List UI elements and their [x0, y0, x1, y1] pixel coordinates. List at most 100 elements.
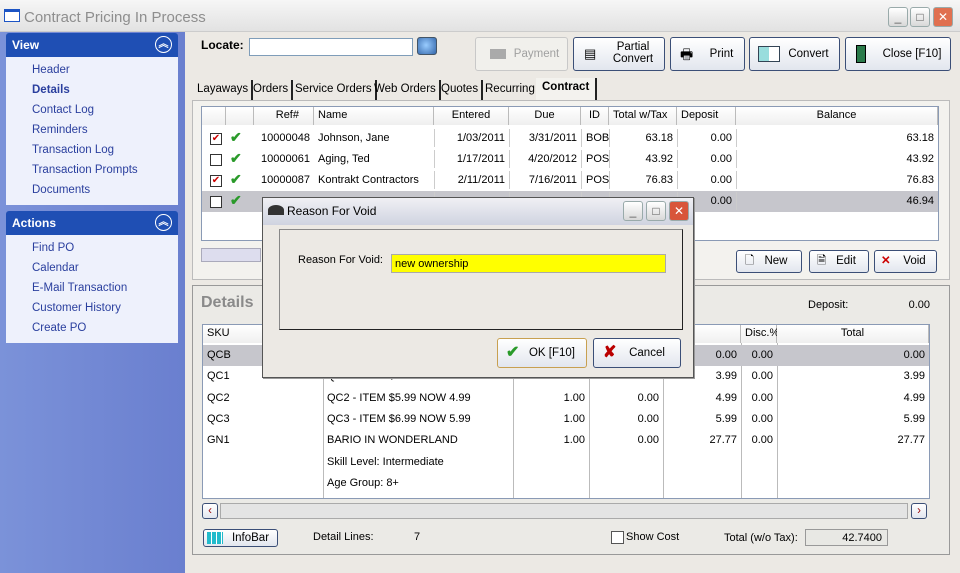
- sidebar-item-create-po[interactable]: Create PO: [32, 322, 86, 334]
- cell-disc: [741, 453, 777, 459]
- row-checkbox[interactable]: ✔: [210, 133, 222, 145]
- partial-convert-button[interactable]: ▤ Partial Convert: [573, 37, 665, 71]
- cell-ref: 10000061: [261, 153, 310, 165]
- cancel-x-icon: ✘: [603, 344, 617, 361]
- tab-recurring[interactable]: Recurring: [482, 80, 540, 100]
- col-name[interactable]: Name: [314, 107, 434, 125]
- cell-qty: 1.00: [563, 434, 585, 447]
- detail-row[interactable]: Skill Level: Intermediate: [203, 452, 929, 473]
- sidebar-item-calendar[interactable]: Calendar: [32, 262, 79, 274]
- door-icon: [856, 45, 866, 63]
- col-entered[interactable]: Entered: [434, 107, 509, 125]
- col-total[interactable]: Total: [777, 325, 929, 343]
- locate-input[interactable]: [249, 38, 413, 56]
- col-ref[interactable]: Ref#: [254, 107, 314, 125]
- cell-qty: 1.00: [563, 391, 585, 404]
- sidebar-item-email-transaction[interactable]: E-Mail Transaction: [32, 282, 127, 294]
- tab-layaways[interactable]: Layaways: [194, 80, 254, 100]
- convert-button[interactable]: Convert: [749, 37, 840, 71]
- scroll-left-button[interactable]: ‹: [202, 503, 218, 519]
- cell-entered: 1/03/2011: [434, 129, 509, 147]
- cell-sku: [203, 453, 323, 459]
- close-button[interactable]: Close [F10]: [845, 37, 951, 71]
- table-row[interactable]: ✔ ✔ 10000087 Kontrakt Contractors 2/11/2011 7…: [202, 170, 938, 191]
- detail-row[interactable]: Age Group: 8+: [203, 473, 929, 494]
- col-deposit[interactable]: Deposit: [677, 107, 736, 125]
- cell-balance: 43.92: [736, 150, 938, 168]
- sidebar-item-reminders[interactable]: Reminders: [32, 124, 88, 136]
- close-window-button[interactable]: ✕: [933, 7, 953, 27]
- reason-input[interactable]: new ownership: [391, 254, 666, 273]
- edit-button[interactable]: 🗎 Edit: [809, 250, 869, 273]
- col-disc[interactable]: Disc.%: [741, 325, 779, 343]
- maximize-button[interactable]: □: [910, 7, 930, 27]
- dialog-close-button[interactable]: ✕: [669, 201, 689, 221]
- new-button[interactable]: 🗋 New: [736, 250, 802, 273]
- payment-button[interactable]: Payment: [475, 37, 568, 71]
- sidebar-item-contact-log[interactable]: Contact Log: [32, 104, 94, 116]
- row-checkbox[interactable]: ✔: [210, 175, 222, 187]
- detail-lines-label: Detail Lines:: [313, 531, 374, 543]
- void-button[interactable]: ✕ Void: [874, 250, 937, 273]
- col-balance[interactable]: Balance: [736, 107, 938, 125]
- scroll-right-button[interactable]: ›: [911, 503, 927, 519]
- cell-description: QC2 - ITEM $5.99 NOW 4.99: [327, 391, 471, 404]
- collapse-icon[interactable]: ︽: [155, 214, 172, 231]
- cell-col4: 0.00: [637, 412, 659, 425]
- actions-section-header[interactable]: Actions ︽: [6, 211, 178, 235]
- cell-ref: 10000087: [261, 174, 310, 186]
- horizontal-scrollbar[interactable]: [201, 248, 261, 262]
- row-checkbox[interactable]: [210, 154, 222, 166]
- ok-button[interactable]: ✔ OK [F10]: [497, 338, 587, 368]
- tab-contract[interactable]: Contract: [536, 78, 598, 100]
- dialog-panel: [279, 229, 683, 330]
- reason-for-void-dialog: Reason For Void _ □ ✕ Reason For Void: n…: [262, 197, 694, 378]
- print-button[interactable]: 🖶 Print: [670, 37, 745, 71]
- tab-quotes[interactable]: Quotes: [438, 80, 484, 100]
- table-row[interactable]: ✔ ✔ 10000048 Johnson, Jane 1/03/2011 3/31/201…: [202, 128, 938, 149]
- sidebar-item-header[interactable]: Header: [32, 64, 70, 76]
- details-scrollbar[interactable]: [220, 503, 908, 519]
- sidebar-item-transaction-log[interactable]: Transaction Log: [32, 144, 114, 156]
- edit-doc-icon: 🗎: [817, 255, 827, 267]
- document-icon: ▤: [584, 46, 597, 61]
- detail-row[interactable]: QC2 QC2 - ITEM $5.99 NOW 4.99 1.00 0.00 4.99…: [203, 388, 929, 409]
- col-id[interactable]: ID: [581, 107, 609, 125]
- col-total[interactable]: Total w/Tax: [609, 107, 677, 125]
- tab-web-orders[interactable]: Web Orders: [371, 80, 441, 100]
- checkmark-icon: ✔: [506, 344, 520, 361]
- dialog-maximize-button[interactable]: □: [646, 201, 666, 221]
- cell-total: [777, 474, 929, 480]
- tab-orders[interactable]: Orders: [250, 80, 294, 100]
- grid-icon: [207, 532, 223, 544]
- title-bar: Contract Pricing In Process _ □ ✕: [0, 0, 960, 32]
- sidebar-item-transaction-prompts[interactable]: Transaction Prompts: [32, 164, 138, 176]
- cell-due: 4/20/2012: [509, 150, 581, 168]
- search-icon[interactable]: [417, 37, 437, 55]
- sidebar-item-customer-history[interactable]: Customer History: [32, 302, 121, 314]
- payment-icon: [490, 49, 506, 59]
- detail-row[interactable]: GN1 BARIO IN WONDERLAND 1.00 0.00 27.77 0.00 2…: [203, 430, 929, 451]
- void-label: Void: [903, 255, 926, 267]
- infobar-button[interactable]: InfoBar: [203, 529, 278, 547]
- cell-disc: 0.00: [751, 412, 773, 425]
- sidebar-item-documents[interactable]: Documents: [32, 184, 90, 196]
- view-section-header[interactable]: View ︽: [6, 33, 178, 57]
- sidebar-item-find-po[interactable]: Find PO: [32, 242, 74, 254]
- cell-id: BOB: [581, 129, 609, 147]
- cell-deposit: 0.00: [677, 129, 736, 147]
- cell-price: 27.77: [709, 434, 737, 447]
- detail-row[interactable]: QC3 QC3 - ITEM $6.99 NOW 5.99 1.00 0.00 5.99…: [203, 409, 929, 430]
- collapse-icon[interactable]: ︽: [155, 36, 172, 53]
- col-due[interactable]: Due: [509, 107, 581, 125]
- dialog-minimize-button[interactable]: _: [623, 201, 643, 221]
- cancel-button[interactable]: ✘ Cancel: [593, 338, 681, 368]
- tab-service-orders[interactable]: Service Orders: [292, 80, 377, 100]
- row-checkbox[interactable]: [210, 196, 222, 208]
- table-row[interactable]: ✔ 10000061 Aging, Ted 1/17/2011 4/20/2012 POS…: [202, 149, 938, 170]
- sidebar-item-details[interactable]: Details: [32, 84, 70, 96]
- cell-description: BARIO IN WONDERLAND: [327, 434, 458, 447]
- minimize-button[interactable]: _: [888, 7, 908, 27]
- show-cost-checkbox[interactable]: [611, 531, 624, 544]
- dialog-title-bar: Reason For Void _ □ ✕: [263, 198, 693, 225]
